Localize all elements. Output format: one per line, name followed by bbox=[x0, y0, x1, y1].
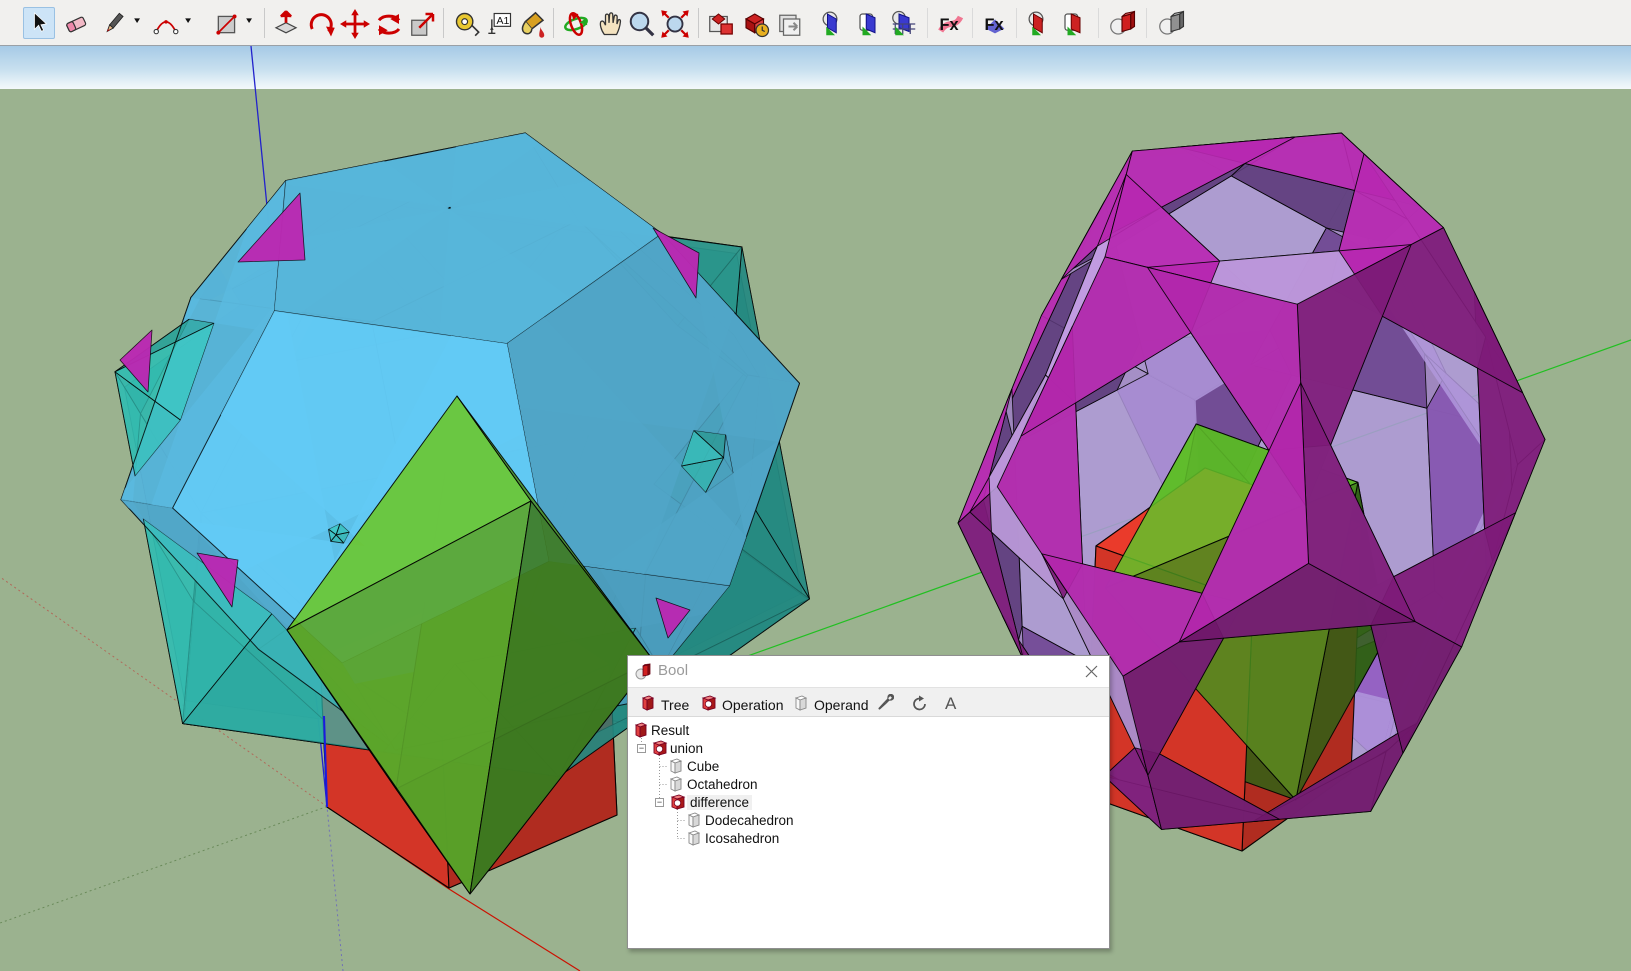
svg-text:A1: A1 bbox=[497, 15, 510, 27]
svg-text:Fx: Fx bbox=[985, 16, 1004, 34]
svg-text:Fx: Fx bbox=[940, 16, 959, 34]
